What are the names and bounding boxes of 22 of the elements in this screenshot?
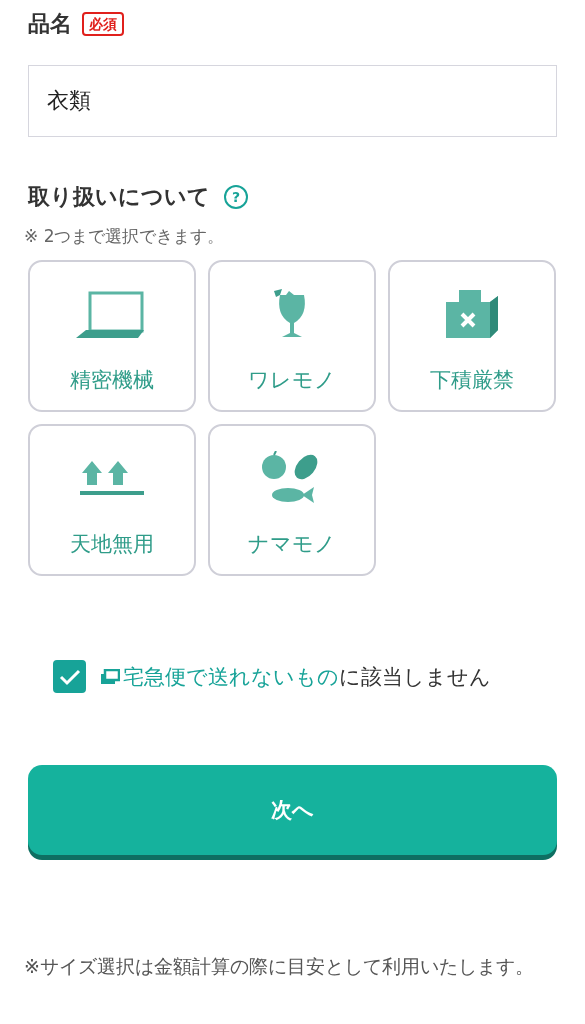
help-button[interactable]: ? (224, 185, 248, 209)
selection-note: ※ 2つまで選択できます。 (24, 225, 226, 248)
agreement-text: 宅急便で送れないものに該当しません (100, 662, 491, 691)
item-name-field[interactable]: 衣類 (28, 65, 557, 137)
checkbox[interactable] (53, 660, 86, 693)
option-label: 精密機械 (70, 367, 154, 394)
handling-option[interactable]: 下積厳禁 (388, 260, 556, 412)
option-label: 天地無用 (70, 531, 154, 558)
footer-note: ※サイズ選択は金額計算の際に目安として利用いたします。 (24, 954, 535, 979)
handling-option[interactable]: 精密機械 (28, 260, 196, 412)
handling-option[interactable]: ナマモノ (208, 424, 376, 576)
field-label: 品名 (28, 10, 72, 38)
option-label: ワレモノ (248, 367, 336, 394)
link[interactable]: 宅急便で送れないもの (100, 664, 339, 689)
section-title: 取り扱いについて (28, 183, 210, 211)
option-label: ナマモノ (248, 531, 336, 558)
handling-option[interactable]: ワレモノ (208, 260, 376, 412)
external-window-icon (100, 668, 120, 685)
required-badge: 必須 (82, 12, 124, 36)
check-icon (58, 667, 81, 686)
handling-option[interactable]: 天地無用 (28, 424, 196, 576)
option-label: 下積厳禁 (430, 367, 514, 394)
